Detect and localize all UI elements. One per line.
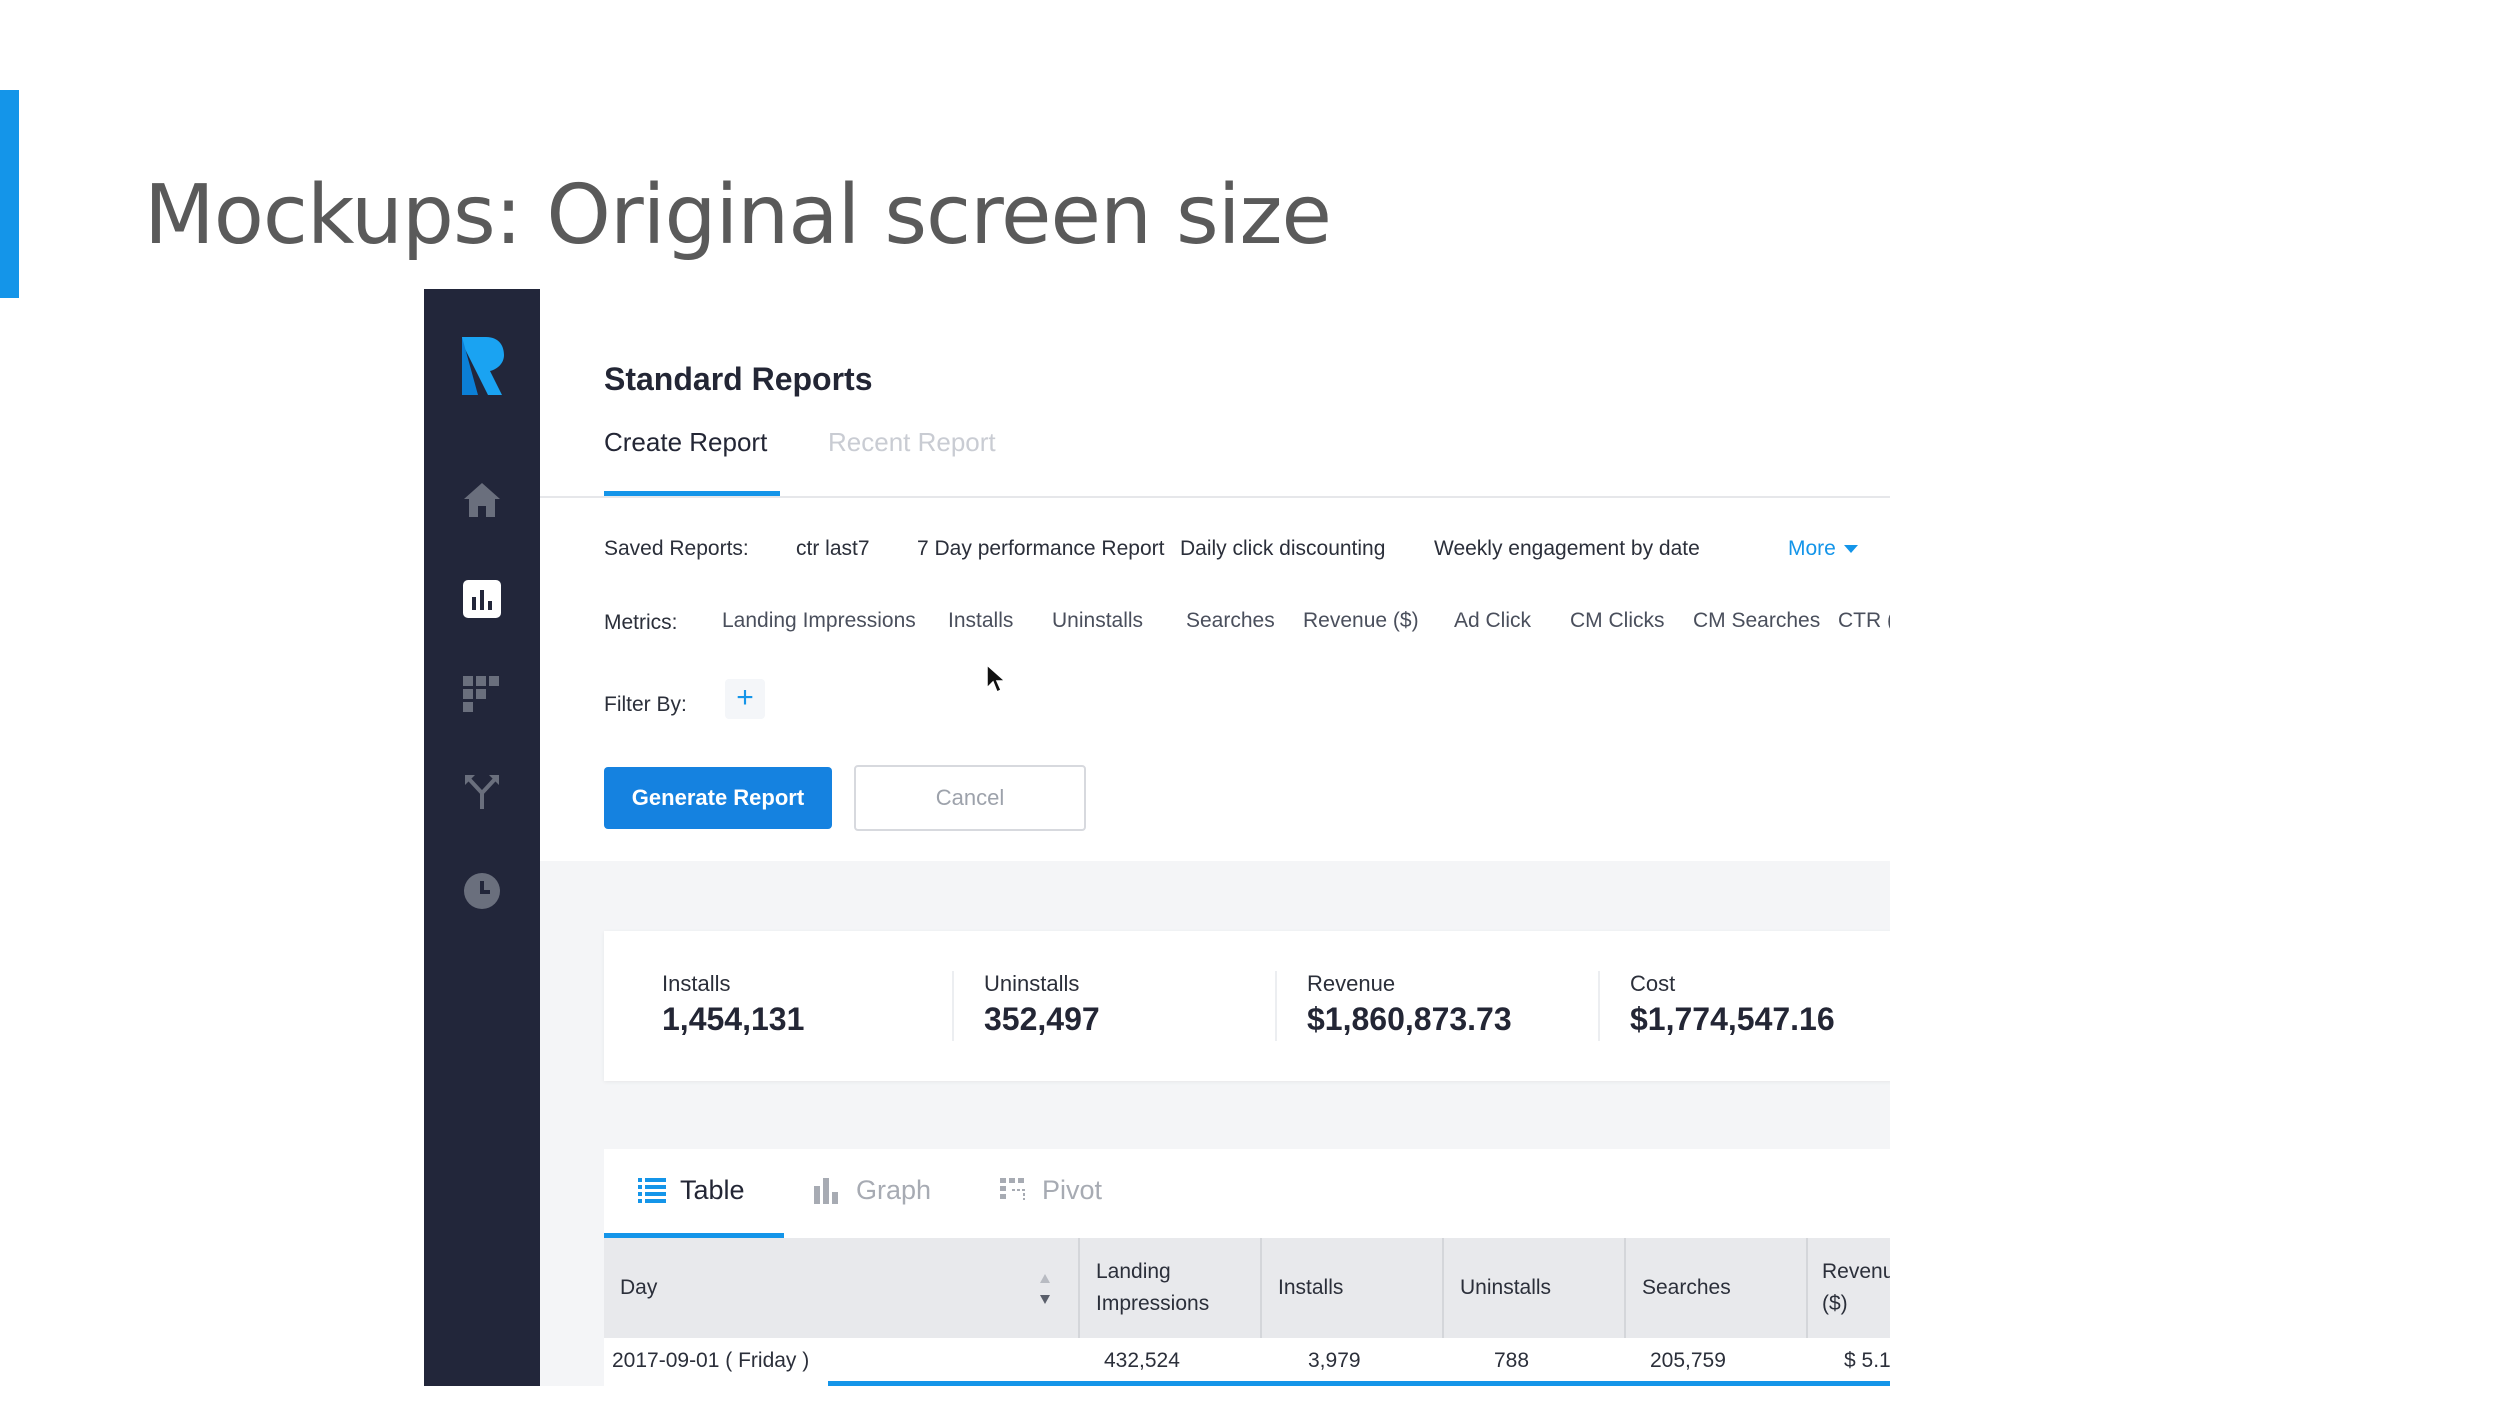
tab-pivot[interactable]: Pivot (1000, 1175, 1102, 1206)
saved-reports-label: Saved Reports: (604, 537, 749, 560)
metric-chip[interactable]: CM Searches (1693, 609, 1820, 633)
metric-chip[interactable]: Installs (948, 609, 1013, 633)
stat-value: 352,497 (984, 1001, 1100, 1037)
saved-report-item[interactable]: Daily click discounting (1180, 537, 1385, 561)
grid-icon[interactable] (457, 669, 507, 719)
slide-accent-bar (0, 90, 19, 298)
stat-label: Revenue (1307, 971, 1396, 996)
stat-installs: Installs 1,454,131 (662, 971, 804, 1038)
cancel-button[interactable]: Cancel (854, 765, 1086, 831)
metric-chip[interactable]: Landing Impressions (722, 609, 916, 633)
table-cell: 205,759 (1650, 1349, 1726, 1372)
table-cell: $ 5.1 (1844, 1349, 1890, 1372)
stat-label: Uninstalls (984, 971, 1080, 996)
report-table-card: Table Graph Pivot Day Landing Impression… (604, 1149, 1890, 1386)
page-title: Standard Reports (604, 361, 873, 397)
column-header-label: Searches (1642, 1276, 1731, 1299)
sidebar-nav (424, 289, 540, 1386)
stat-value: $1,860,873.73 (1307, 1001, 1512, 1037)
column-header-label: Revenue ($) (1822, 1260, 1890, 1315)
column-header-searches[interactable]: Searches (1624, 1238, 1806, 1338)
table-cell: 3,979 (1308, 1349, 1361, 1372)
tab-pivot-label: Pivot (1042, 1175, 1103, 1205)
stat-value: 1,454,131 (662, 1001, 805, 1037)
app-mockup: Standard Reports Create Report Recent Re… (424, 289, 1890, 1386)
stat-value: $1,774,547.16 (1630, 1001, 1835, 1037)
metric-chip[interactable]: Uninstalls (1052, 609, 1143, 633)
stat-label: Cost (1630, 971, 1676, 996)
stat-divider (1598, 971, 1600, 1041)
tab-graph[interactable]: Graph (814, 1175, 931, 1206)
saved-report-item[interactable]: 7 Day performance Report (917, 537, 1164, 561)
saved-report-item[interactable]: Weekly engagement by date (1434, 537, 1700, 561)
table-header: Day Landing Impressions Installs Uninsta… (604, 1238, 1890, 1338)
table-cell: 432,524 (1104, 1349, 1180, 1372)
stat-cost: Cost $1,774,547.16 (1630, 971, 1835, 1038)
slide-title: Mockups: Original screen size (144, 168, 1332, 263)
list-icon (638, 1177, 666, 1203)
column-header-label: Installs (1278, 1276, 1344, 1299)
split-arrows-icon[interactable] (457, 767, 507, 817)
main-content: Standard Reports Create Report Recent Re… (540, 289, 1890, 1386)
metric-chip[interactable]: CTR ( (1838, 609, 1890, 633)
sort-icon[interactable] (1040, 1274, 1050, 1304)
tabs-divider (540, 496, 1890, 498)
stat-uninstalls: Uninstalls 352,497 (984, 971, 1100, 1038)
add-filter-button[interactable]: + (725, 679, 765, 719)
metric-chip[interactable]: Ad Click (1454, 609, 1531, 633)
metric-chip[interactable]: Searches (1186, 609, 1275, 633)
column-header-landing-impressions[interactable]: Landing Impressions (1078, 1238, 1260, 1338)
table-cell-day: 2017-09-01 ( Friday ) (612, 1349, 810, 1372)
saved-report-item[interactable]: ctr last7 (796, 537, 870, 561)
column-header-label: Uninstalls (1460, 1276, 1552, 1299)
generate-report-button[interactable]: Generate Report (604, 767, 832, 829)
stat-revenue: Revenue $1,860,873.73 (1307, 971, 1512, 1038)
tab-table[interactable]: Table (638, 1175, 745, 1206)
metrics-label: Metrics: (604, 611, 678, 634)
column-header-day[interactable]: Day (604, 1238, 1078, 1338)
logo-icon[interactable] (457, 337, 507, 395)
column-header-revenue[interactable]: Revenue ($) (1806, 1238, 1890, 1338)
filter-by-label: Filter By: (604, 693, 687, 716)
column-header-label: Landing Impressions (1096, 1260, 1210, 1315)
chevron-down-icon (1843, 545, 1858, 553)
column-header-uninstalls[interactable]: Uninstalls (1442, 1238, 1624, 1338)
more-dropdown[interactable]: More (1788, 537, 1858, 561)
tab-recent-report[interactable]: Recent Report (828, 427, 996, 458)
table-cell: 788 (1494, 1349, 1530, 1372)
stat-divider (1275, 971, 1277, 1041)
summary-stats-card: Installs 1,454,131 Uninstalls 352,497 Re… (604, 931, 1890, 1081)
tab-table-label: Table (680, 1175, 745, 1205)
column-header-label: Day (620, 1276, 658, 1299)
scroll-progress-bar (828, 1381, 1890, 1386)
tab-graph-label: Graph (856, 1175, 932, 1205)
home-icon[interactable] (457, 475, 507, 525)
bar-chart-icon[interactable] (457, 574, 507, 624)
mouse-cursor-icon (986, 664, 1007, 694)
bar-chart-icon (814, 1177, 838, 1204)
metric-chip[interactable]: Revenue ($) (1303, 609, 1419, 633)
clock-icon[interactable] (457, 866, 507, 916)
more-label: More (1788, 537, 1836, 560)
stat-label: Installs (662, 971, 731, 996)
pivot-icon (1000, 1177, 1025, 1200)
stat-divider (952, 971, 954, 1041)
column-header-installs[interactable]: Installs (1260, 1238, 1442, 1338)
metric-chip[interactable]: CM Clicks (1570, 609, 1665, 633)
tab-create-report[interactable]: Create Report (604, 427, 767, 458)
